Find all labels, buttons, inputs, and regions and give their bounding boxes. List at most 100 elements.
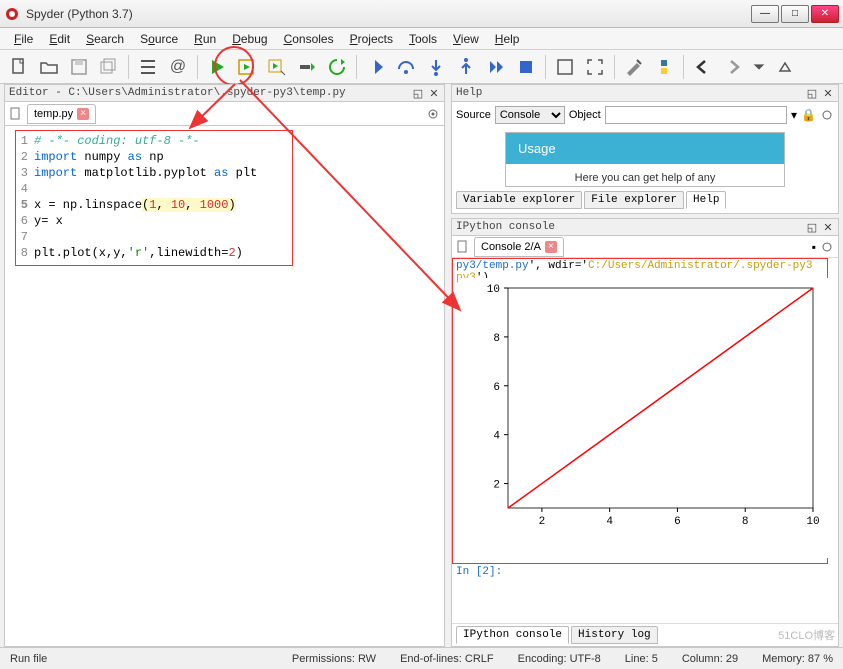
titlebar: Spyder (Python 3.7) — □ ✕ — [0, 0, 843, 28]
fullscreen-button[interactable] — [582, 54, 608, 80]
menu-debug[interactable]: Debug — [226, 30, 273, 48]
maximize-button[interactable]: □ — [781, 5, 809, 23]
svg-text:8: 8 — [493, 333, 500, 345]
spyder-icon — [4, 6, 20, 22]
tab-ipython-console[interactable]: IPython console — [456, 626, 569, 644]
status-runfile: Run file — [10, 653, 47, 665]
console-options-icon[interactable] — [820, 240, 834, 254]
help-subtabs: Variable explorer File explorer Help — [456, 191, 834, 209]
debug-button[interactable] — [363, 54, 389, 80]
new-file-button[interactable] — [6, 54, 32, 80]
editor-options-icon[interactable] — [426, 107, 440, 121]
save-button[interactable] — [66, 54, 92, 80]
menu-help[interactable]: Help — [489, 30, 526, 48]
editor-tab-label: temp.py — [34, 108, 73, 120]
editor-undock-button[interactable]: ◱ — [412, 87, 424, 99]
help-dropdown-icon[interactable]: ▾ — [791, 108, 797, 122]
tab-variable-explorer[interactable]: Variable explorer — [456, 191, 582, 209]
menu-edit[interactable]: Edit — [43, 30, 76, 48]
rerun-button[interactable] — [324, 54, 350, 80]
svg-text:2: 2 — [539, 516, 546, 528]
status-column: Column: 29 — [682, 653, 738, 665]
svg-text:10: 10 — [487, 284, 500, 296]
status-eol: End-of-lines: CRLF — [400, 653, 494, 665]
code-area[interactable]: 1# -*- coding: utf-8 -*- 2import numpy a… — [15, 130, 293, 266]
console-stop-icon[interactable]: ▪ — [812, 240, 816, 254]
console-close-button[interactable]: ✕ — [822, 221, 834, 233]
console-tab-close-icon[interactable]: × — [545, 241, 557, 253]
console-header-label: IPython console — [456, 221, 555, 233]
console-prompt[interactable]: In [2]: — [456, 566, 502, 578]
maximize-pane-button[interactable] — [552, 54, 578, 80]
open-file-button[interactable] — [36, 54, 62, 80]
help-body: Source Console Object ▾ 🔒 Usage Here you… — [451, 102, 839, 214]
svg-text:4: 4 — [493, 431, 500, 443]
console-bottom-tabs: IPython console History log — [452, 623, 838, 646]
run-button[interactable] — [204, 54, 230, 80]
editor-body[interactable]: 1# -*- coding: utf-8 -*- 2import numpy a… — [4, 126, 445, 647]
cwd-dropdown[interactable] — [750, 54, 768, 80]
stop-debug-button[interactable] — [513, 54, 539, 80]
usage-title: Usage — [506, 133, 784, 164]
help-object-input[interactable] — [605, 106, 787, 124]
tab-history-log[interactable]: History log — [571, 626, 658, 644]
tab-help[interactable]: Help — [686, 191, 726, 209]
status-permissions: Permissions: RW — [292, 653, 376, 665]
step-over-button[interactable] — [393, 54, 419, 80]
help-pane-header: Help ◱ ✕ — [451, 84, 839, 102]
editor-tabs: temp.py × — [4, 102, 445, 126]
tab-file-explorer[interactable]: File explorer — [584, 191, 684, 209]
svg-text:4: 4 — [606, 516, 613, 528]
cwd-up-button[interactable] — [772, 54, 798, 80]
help-options-icon[interactable] — [820, 108, 834, 122]
svg-text:2: 2 — [493, 480, 500, 492]
menu-tools[interactable]: Tools — [403, 30, 443, 48]
menu-consoles[interactable]: Consoles — [278, 30, 340, 48]
menubar: File Edit Search Source Run Debug Consol… — [0, 28, 843, 50]
status-memory: Memory: 87 % — [762, 653, 833, 665]
help-undock-button[interactable]: ◱ — [806, 87, 818, 99]
run-selection-button[interactable] — [294, 54, 320, 80]
save-all-button[interactable] — [96, 54, 122, 80]
step-into-button[interactable] — [423, 54, 449, 80]
at-button[interactable]: @ — [165, 54, 191, 80]
status-encoding: Encoding: UTF-8 — [518, 653, 601, 665]
close-button[interactable]: ✕ — [811, 5, 839, 23]
close-tab-icon[interactable]: × — [77, 108, 89, 120]
toolbar: @ — [0, 50, 843, 84]
continue-button[interactable] — [483, 54, 509, 80]
run-cell-advance-button[interactable] — [264, 54, 290, 80]
python-path-button[interactable] — [651, 54, 677, 80]
menu-view[interactable]: View — [447, 30, 485, 48]
menu-source[interactable]: Source — [134, 30, 184, 48]
help-close-button[interactable]: ✕ — [822, 87, 834, 99]
console-tab-label: Console 2/A — [481, 241, 541, 253]
run-cell-button[interactable] — [234, 54, 260, 80]
help-source-select[interactable]: Console — [495, 106, 565, 124]
preferences-button[interactable] — [621, 54, 647, 80]
menu-projects[interactable]: Projects — [344, 30, 399, 48]
console-tab[interactable]: Console 2/A × — [474, 237, 564, 257]
menu-search[interactable]: Search — [80, 30, 130, 48]
file-list-icon[interactable] — [9, 107, 23, 121]
back-button[interactable] — [690, 54, 716, 80]
console-output[interactable]: py3/temp.py', wdir='C:/Users/Administrat… — [452, 258, 838, 623]
minimize-button[interactable]: — — [751, 5, 779, 23]
editor-pane-header: Editor - C:\Users\Administrator\.spyder-… — [4, 84, 445, 102]
console-list-icon[interactable] — [456, 240, 470, 254]
lock-icon[interactable]: 🔒 — [801, 108, 816, 122]
editor-tab-temp[interactable]: temp.py × — [27, 104, 96, 124]
help-source-label: Source — [456, 109, 491, 121]
help-object-label: Object — [569, 109, 601, 121]
matplotlib-plot: 246810246810 — [458, 278, 828, 558]
step-out-button[interactable] — [453, 54, 479, 80]
console-undock-button[interactable]: ◱ — [806, 221, 818, 233]
console-pane-header: IPython console ◱ ✕ — [451, 218, 839, 236]
menu-file[interactable]: File — [8, 30, 39, 48]
menu-run[interactable]: Run — [188, 30, 222, 48]
svg-text:6: 6 — [674, 516, 681, 528]
editor-close-button[interactable]: ✕ — [428, 87, 440, 99]
window-title: Spyder (Python 3.7) — [26, 7, 751, 21]
outline-button[interactable] — [135, 54, 161, 80]
forward-button[interactable] — [720, 54, 746, 80]
